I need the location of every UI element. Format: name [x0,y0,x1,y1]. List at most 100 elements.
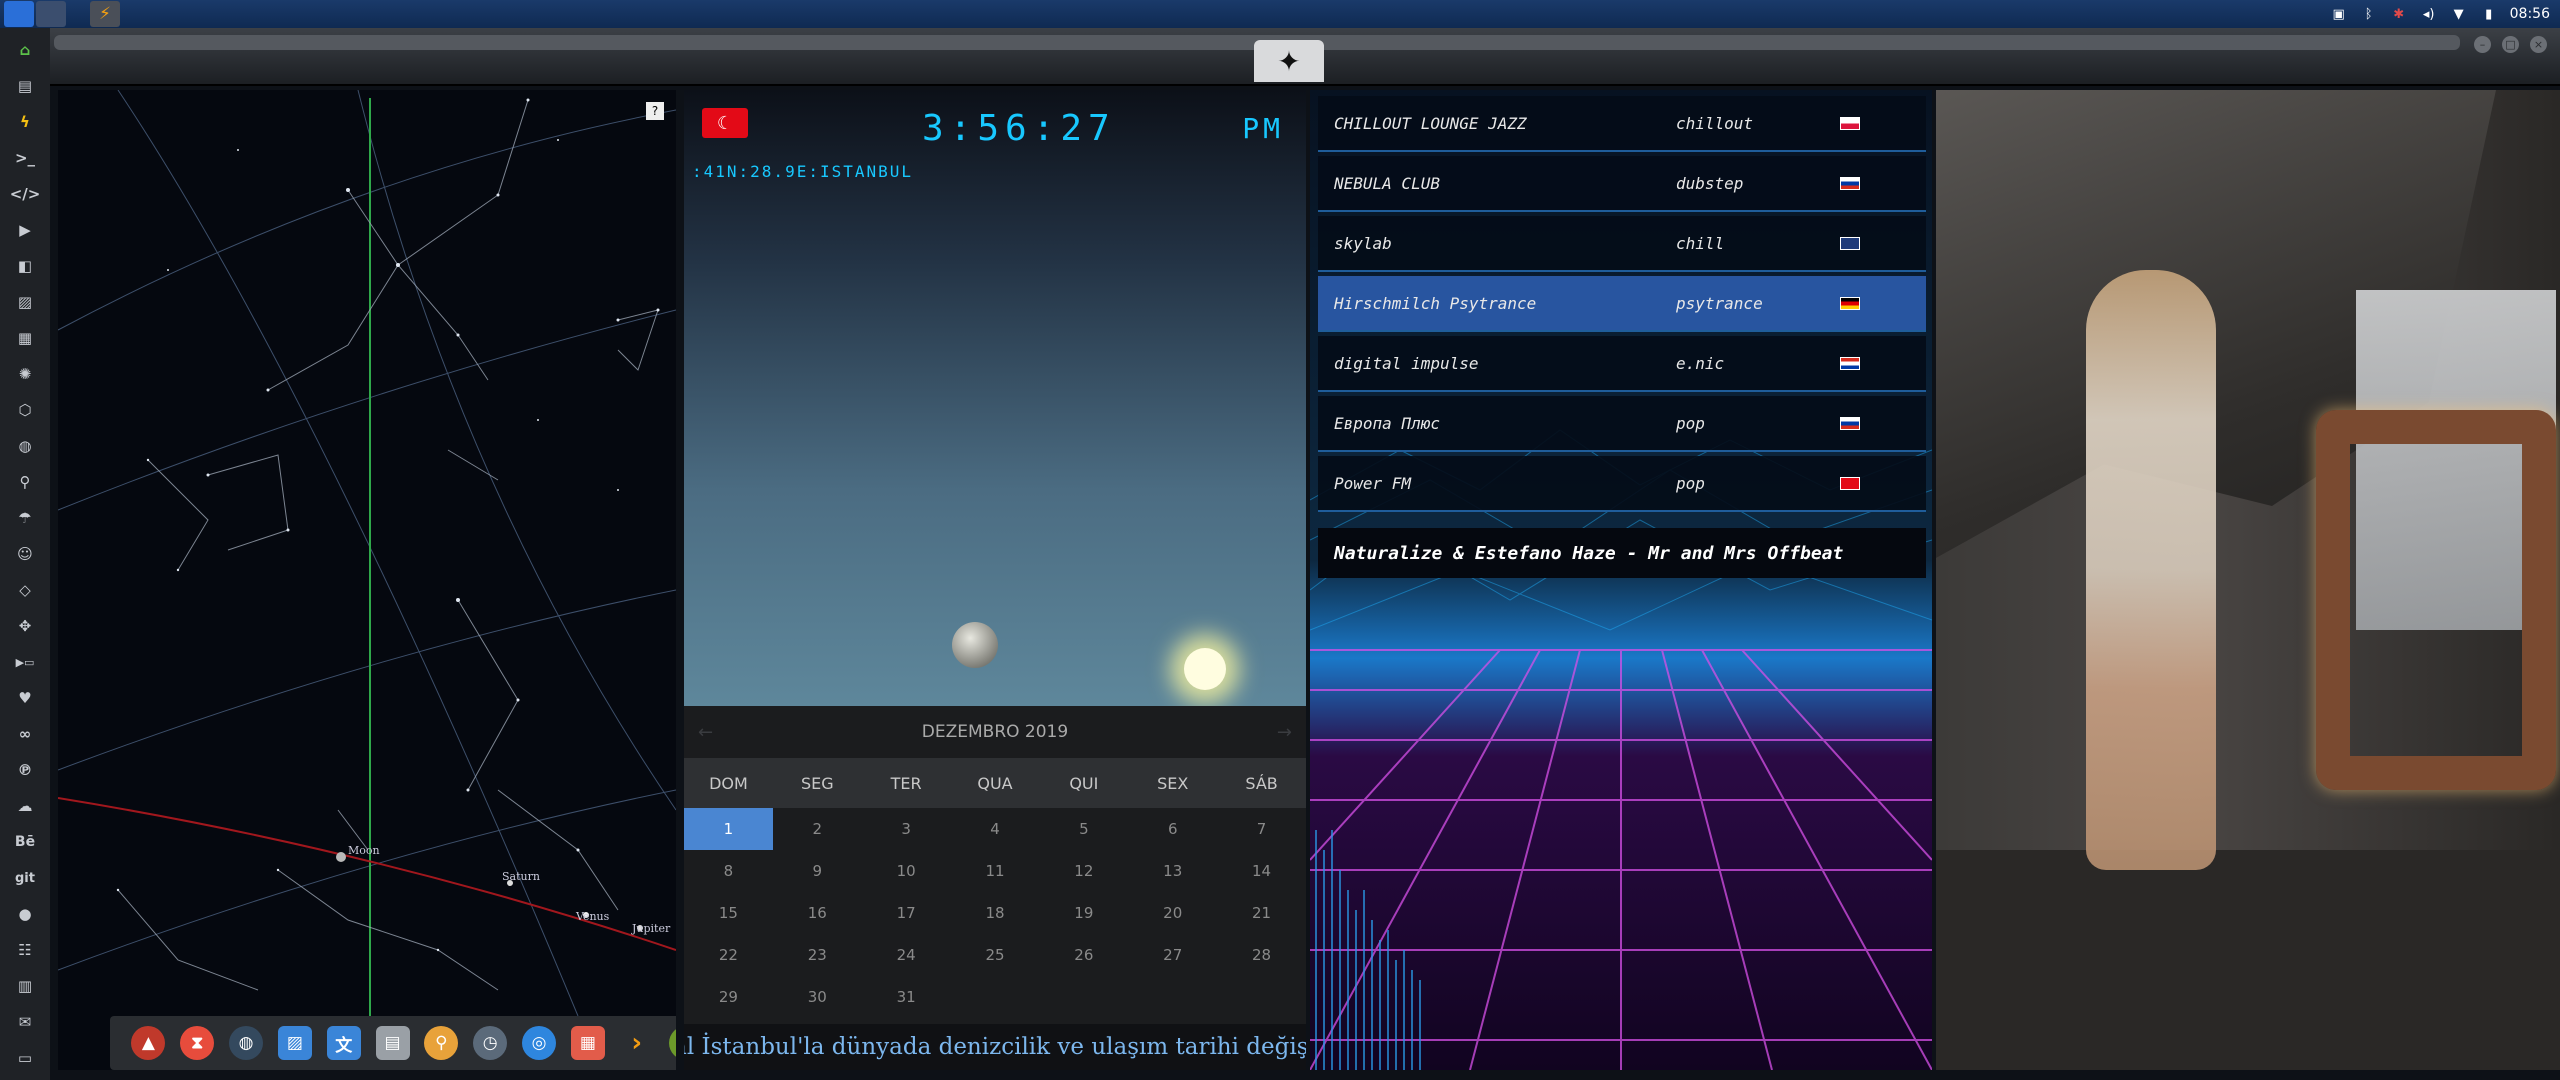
calendar-day[interactable]: 26 [1039,934,1128,976]
station-row[interactable]: Европа Плюс pop [1318,396,1926,452]
home-icon[interactable]: ⌂ [13,38,37,62]
calendar-day[interactable]: 14 [1217,850,1306,892]
heart-icon[interactable]: ♥ [13,686,37,710]
globe-app-icon[interactable]: ◍ [229,1026,264,1060]
wifi-icon[interactable]: ▼ [2450,6,2468,22]
calendar-day[interactable]: 8 [684,850,773,892]
file-manager-icon[interactable] [4,1,34,27]
calendar-day[interactable]: 22 [684,934,773,976]
calendar-day[interactable]: 18 [951,892,1040,934]
news-ticker[interactable]: "Kanal İstanbul'la dünyada denizcilik ve… [684,1024,1306,1070]
expand-icon[interactable]: ✥ [13,614,37,638]
settings-icon[interactable]: ✺ [13,362,37,386]
news-icon[interactable]: ▦ [13,326,37,350]
hourglass-app-icon[interactable]: ⧗ [180,1026,215,1060]
station-row[interactable]: CHILLOUT LOUNGE JAZZ chillout [1318,96,1926,152]
minimize-icon[interactable]: – [2474,36,2491,53]
calendar-day[interactable]: 11 [951,850,1040,892]
pinterest-icon[interactable]: ℗ [13,758,37,782]
translate-icon[interactable]: 文 [326,1026,361,1060]
calendar-day[interactable]: 12 [1039,850,1128,892]
alert-app-icon[interactable]: ▲ [131,1026,166,1060]
image-icon[interactable]: ▨ [13,290,37,314]
clock-app-icon[interactable]: ◷ [473,1026,508,1060]
calendar-day[interactable]: 31 [862,976,951,1018]
map-icon[interactable]: ▥ [13,974,37,998]
umbrella-icon[interactable]: ☂ [13,506,37,530]
next-month-icon[interactable]: → [1277,722,1292,743]
git-icon[interactable]: git [13,866,37,890]
calendar-app-icon[interactable]: ▦ [570,1026,605,1060]
screenshot-icon[interactable]: ▣ [2330,6,2348,22]
calendar-day[interactable]: 2 [773,808,862,850]
station-genre: psytrance [1676,293,1763,313]
web-browser-icon[interactable]: ◎ [522,1026,557,1060]
stack-icon[interactable]: ☷ [13,938,37,962]
battery-icon[interactable]: ▮ [2480,6,2498,22]
calendar-day[interactable]: 9 [773,850,862,892]
forward-icon[interactable]: › [620,1026,654,1060]
code-icon[interactable]: </> [10,182,41,206]
calendar-day[interactable]: 28 [1217,934,1306,976]
calendar-day[interactable]: 24 [862,934,951,976]
yandex-icon[interactable]: Я [668,1026,676,1060]
calendar-day[interactable]: 3 [862,808,951,850]
mail-icon[interactable]: ✉ [13,1010,37,1034]
image-viewer-icon[interactable]: ▨ [277,1026,312,1060]
video-icon[interactable]: ◧ [13,254,37,278]
calendar-day[interactable]: 19 [1039,892,1128,934]
diamond-icon[interactable]: ◇ [13,578,37,602]
globe-icon[interactable]: ◍ [13,434,37,458]
calendar-day[interactable]: 25 [951,934,1040,976]
document-icon[interactable]: ▤ [13,74,37,98]
github-icon[interactable]: ● [13,902,37,926]
calendar-day[interactable]: 21 [1217,892,1306,934]
calendar-day[interactable]: 4 [951,808,1040,850]
lightning-app-icon[interactable]: ⚡ [90,1,120,27]
hexagon-icon[interactable]: ⬡ [13,398,37,422]
calendar-day[interactable]: 20 [1128,892,1217,934]
lightning-icon[interactable]: ϟ [13,110,37,134]
calendar-day[interactable]: 30 [773,976,862,1018]
terminal-icon[interactable]: >_ [13,146,37,170]
star-map-panel[interactable]: ? Moon Saturn Venus Jupiter ▲ ⧗ ◍ ▨ 文 ▤ … [58,90,676,1070]
maximize-icon[interactable]: □ [2502,36,2519,53]
calendar-day[interactable]: 17 [862,892,951,934]
calendar-day[interactable]: 5 [1039,808,1128,850]
cloud-icon[interactable]: ☁ [13,794,37,818]
calendar-day[interactable]: 29 [684,976,773,1018]
clock-time[interactable]: 08:56 [2510,6,2550,22]
calendar-day[interactable]: 23 [773,934,862,976]
play-icon[interactable]: ▶ [13,218,37,242]
search-icon[interactable]: ⚲ [13,470,37,494]
calendar-day[interactable]: 16 [773,892,862,934]
bluetooth-icon[interactable]: ᛒ [2360,6,2378,22]
behance-icon[interactable]: Bē [13,830,37,854]
help-button[interactable]: ? [646,102,664,120]
calendar-day[interactable]: 6 [1128,808,1217,850]
alert-icon[interactable]: ✱ [2390,6,2408,22]
prev-month-icon[interactable]: ← [698,722,713,743]
calendar-day[interactable]: 15 [684,892,773,934]
inbox-icon[interactable]: ▭ [13,1046,37,1070]
window-app-icon[interactable]: ▤ [375,1026,410,1060]
calendar-day[interactable]: 10 [862,850,951,892]
station-row[interactable]: NEBULA CLUB dubstep [1318,156,1926,212]
rebel-alliance-icon[interactable]: ✦ [1254,40,1324,82]
station-row[interactable]: skylab chill [1318,216,1926,272]
calendar-day[interactable]: 27 [1128,934,1217,976]
magnifier-icon[interactable]: ⚲ [424,1026,459,1060]
station-row[interactable]: digital impulse e.nic [1318,336,1926,392]
link-icon[interactable]: ∞ [13,722,37,746]
workspace-icon[interactable] [36,1,66,27]
contacts-icon[interactable]: ☺ [13,542,37,566]
volume-icon[interactable]: ◂) [2420,6,2438,22]
close-icon[interactable]: × [2530,36,2547,53]
station-row[interactable]: Power FM pop [1318,456,1926,512]
turkey-flag-icon[interactable]: ☾ [702,108,748,138]
station-row[interactable]: Hirschmilch Psytrance psytrance [1318,276,1926,332]
youtube-icon[interactable]: ▶▭ [13,650,37,674]
calendar-day[interactable]: 1 [684,808,773,850]
calendar-day[interactable]: 7 [1217,808,1306,850]
calendar-day[interactable]: 13 [1128,850,1217,892]
